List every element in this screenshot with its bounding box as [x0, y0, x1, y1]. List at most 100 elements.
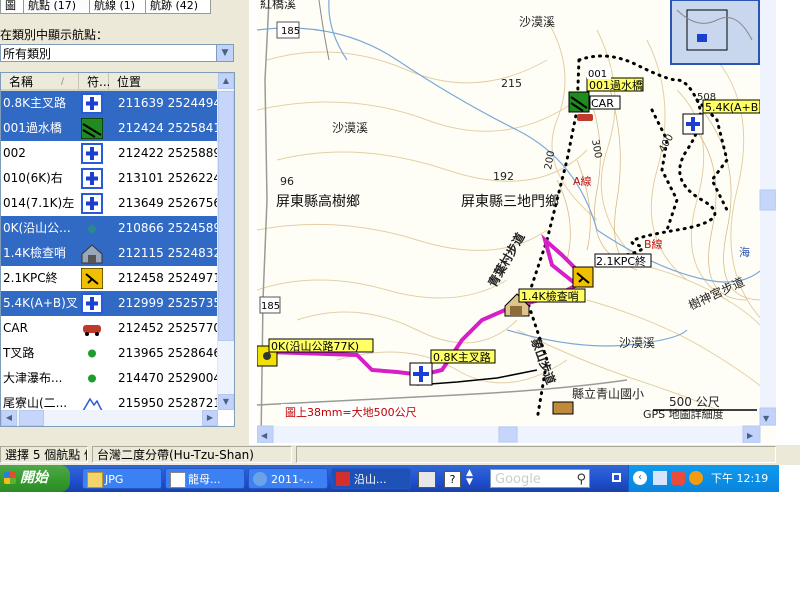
scroll-left-button[interactable]: ◀ — [1, 410, 17, 426]
column-header-name[interactable]: 名稱 ∕ — [1, 73, 79, 91]
table-row[interactable]: 2.1KPC終 212458 2524971 — [1, 266, 218, 291]
hscroll-thumb[interactable] — [19, 410, 44, 426]
status-selection: 選擇 5 個航點 個 — [0, 446, 88, 463]
waypoint-position: 210866 2524589 — [118, 221, 218, 235]
waypoint-name: CAR — [3, 321, 28, 335]
taskbar-item-4[interactable]: 沿山... — [331, 468, 411, 489]
waypoint-position: 212452 2525770 — [118, 321, 218, 335]
help-icon[interactable]: ? — [444, 471, 461, 488]
windows-logo-icon — [4, 472, 16, 484]
folder-icon — [87, 472, 103, 488]
table-row[interactable]: CAR 212452 2525770 — [1, 316, 218, 341]
map-label-b-line: B線 — [644, 237, 663, 251]
taskbar-item-2[interactable]: 龍母... — [165, 468, 245, 489]
blue-cross-icon — [81, 168, 103, 189]
search-icon[interactable]: ⚲ — [576, 470, 586, 489]
map-horizontal-scrollbar[interactable]: ◀ ▶ — [256, 425, 761, 444]
waypoint-position: 212422 2525889 — [118, 146, 218, 160]
map-wp-001: 001過水橋 — [589, 78, 643, 92]
map-wp-54k: 5.4K(A+B) — [705, 101, 763, 114]
taskbar-item-jpg[interactable]: JPG — [82, 468, 162, 489]
chevron-left-icon[interactable]: ‹ — [633, 471, 647, 485]
green-dot-icon — [81, 368, 103, 389]
map-scale-note: 圖上38mm=大地500公尺 — [285, 405, 417, 419]
start-button[interactable]: 開始 — [0, 465, 70, 492]
waypoint-position: 211639 2524494 — [118, 96, 218, 110]
taskbar-item-3[interactable]: 2011-... — [248, 468, 328, 489]
table-row[interactable]: 0K(沿山公... 210866 2524589 — [1, 216, 218, 241]
table-row[interactable]: 010(6K)右 213101 2526224 — [1, 166, 218, 191]
waypoint-name: 0K(沿山公... — [3, 221, 71, 235]
svg-text:▼: ▼ — [763, 414, 770, 423]
map-label-h96: 96 — [280, 175, 294, 188]
map-view[interactable]: 185 185 紅橋溪 沙漠溪 沙漠溪 沙漠溪 215 192 96 508 4… — [256, 0, 777, 444]
column-header-symbol[interactable]: 符... — [79, 73, 110, 91]
waypoint-name: 001過水橋 — [3, 121, 62, 135]
small-dot-icon — [81, 218, 103, 239]
updown-icon[interactable]: ▲ ▼ — [466, 469, 476, 488]
bridge-icon — [80, 117, 104, 140]
waypoint-position: 212424 2525841 — [118, 121, 218, 135]
chevron-down-icon[interactable]: ▼ — [216, 45, 233, 61]
map-wp-14k: 1.4K檢查哨 — [521, 289, 579, 303]
network-icon[interactable] — [653, 471, 667, 485]
waypoint-position: 212115 2524832 — [118, 246, 218, 260]
map-vertical-scrollbar[interactable]: ▼ — [759, 0, 777, 426]
search-input[interactable]: Google ⚲ — [490, 469, 590, 488]
school-marker-icon — [552, 401, 574, 415]
blue-cross-icon — [81, 193, 103, 214]
map-label-stream-left: 沙漠溪 — [332, 121, 368, 135]
table-row[interactable]: 002 212422 2525889 — [1, 141, 218, 166]
tab-waypoints[interactable]: 航點 (17) — [23, 0, 93, 14]
house-icon — [81, 243, 103, 264]
waypoint-position: 213965 2528646 — [118, 346, 218, 360]
blue-cross-icon — [81, 93, 103, 114]
overview-map[interactable] — [670, 0, 760, 65]
waypoint-name: 014(7.1K)左 — [3, 196, 75, 210]
column-header-position[interactable]: 位置 — [109, 73, 219, 91]
keyboard-icon[interactable] — [418, 471, 436, 488]
map-label-h215: 215 — [501, 77, 522, 90]
clock[interactable]: 下午 12:19 — [711, 465, 768, 492]
status-bar: 選擇 5 個航點 個 台灣二度分帶(Hu-Tzu-Shan) — [0, 445, 800, 465]
table-row[interactable]: 1.4K檢查哨 212115 2524832 — [1, 241, 218, 266]
table-row[interactable]: 001過水橋 212424 2525841 — [1, 116, 218, 141]
waypoint-name: 大津瀑布... — [3, 371, 63, 385]
status-datum: 台灣二度分帶(Hu-Tzu-Shan) — [92, 446, 292, 463]
svg-text:▶: ▶ — [747, 431, 754, 440]
scroll-up-button[interactable]: ▲ — [218, 73, 234, 89]
scroll-right-button[interactable]: ▶ — [202, 410, 218, 426]
map-app-icon — [336, 472, 350, 486]
map-label-stream-bottom: 沙漠溪 — [619, 336, 655, 350]
list-horizontal-scrollbar[interactable]: ◀ ▶ — [1, 410, 218, 426]
waypoint-name: 1.4K檢查哨 — [3, 246, 66, 260]
security-icon[interactable] — [671, 471, 685, 485]
hiker-icon — [80, 267, 104, 290]
list-vertical-scrollbar[interactable]: ▲ ▼ — [217, 73, 234, 410]
waypoint-name: 002 — [3, 146, 26, 160]
map-wp-car: CAR — [591, 97, 614, 110]
table-row[interactable]: 大津瀑布... 214470 2529004 — [1, 366, 218, 391]
waypoint-name: 5.4K(A+B)叉 — [3, 296, 78, 310]
tray-app-icon[interactable] — [689, 471, 703, 485]
table-row[interactable]: 0.8K主叉路 211639 2524494 — [1, 91, 218, 116]
map-label-sandimen: 屏東縣三地門鄉 — [461, 194, 559, 210]
tab-routes[interactable]: 航線 (1) — [89, 0, 149, 14]
waypoint-name: 010(6K)右 — [3, 171, 63, 185]
waypoint-position: 212458 2524971 — [118, 271, 218, 285]
scroll-thumb[interactable] — [218, 91, 234, 341]
tab-tracks[interactable]: 航跡 (42) — [145, 0, 211, 14]
car-marker-icon — [577, 114, 593, 121]
waypoint-position: 212999 2525735 — [118, 296, 218, 310]
scroll-down-button[interactable]: ▼ — [218, 394, 234, 410]
desktop-icon[interactable] — [612, 473, 621, 482]
blue-cross-icon — [81, 293, 103, 314]
category-select-value: 所有類別 — [3, 47, 52, 61]
waypoint-position: 213649 2526756 — [118, 196, 218, 210]
category-select[interactable]: 所有類別 ▼ — [0, 44, 234, 62]
table-row[interactable]: 5.4K(A+B)叉 212999 2525735 — [1, 291, 218, 316]
waypoint-list[interactable]: 名稱 ∕ 符... 位置 0.8K主叉路 211639 2524494 001過水橋 2… — [0, 72, 235, 427]
table-row[interactable]: T叉路 213965 2528646 — [1, 341, 218, 366]
start-label: 開始 — [20, 470, 48, 486]
table-row[interactable]: 014(7.1K)左 213649 2526756 — [1, 191, 218, 216]
